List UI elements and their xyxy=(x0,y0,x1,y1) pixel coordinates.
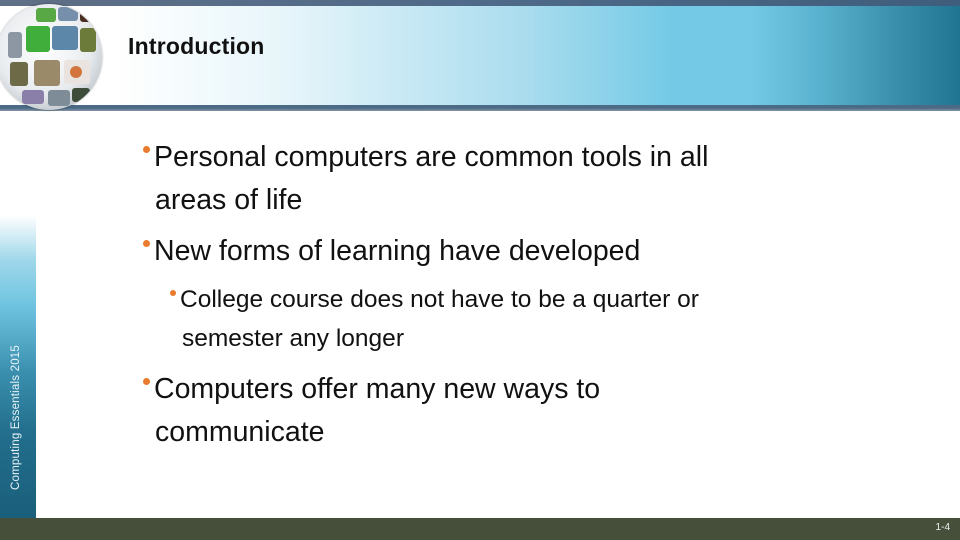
slide-title: Introduction xyxy=(128,33,265,59)
page-number: 1-4 xyxy=(935,522,950,533)
sub-bullet-continuation: semester any longer xyxy=(182,325,404,352)
bullet-continuation: areas of life xyxy=(155,184,303,216)
bullet-continuation: communicate xyxy=(155,416,325,448)
bullet-dot-icon xyxy=(143,239,150,247)
sub-bullet-item: College course does not have to be a qua… xyxy=(170,286,699,314)
bullet-item: Personal computers are common tools in a… xyxy=(143,141,708,174)
globe-logo-icon xyxy=(0,4,102,110)
bullet-dot-icon xyxy=(143,145,150,153)
bullet-item: Computers offer many new ways to xyxy=(143,373,600,406)
sidebar-label: Computing Essentials 2015 xyxy=(10,345,22,490)
bullet-dot-icon xyxy=(143,377,150,385)
bullet-item: New forms of learning have developed xyxy=(143,235,640,268)
bullet-dot-icon xyxy=(170,289,176,296)
footer-bar xyxy=(0,518,960,540)
header-bottom-strip xyxy=(0,105,960,111)
